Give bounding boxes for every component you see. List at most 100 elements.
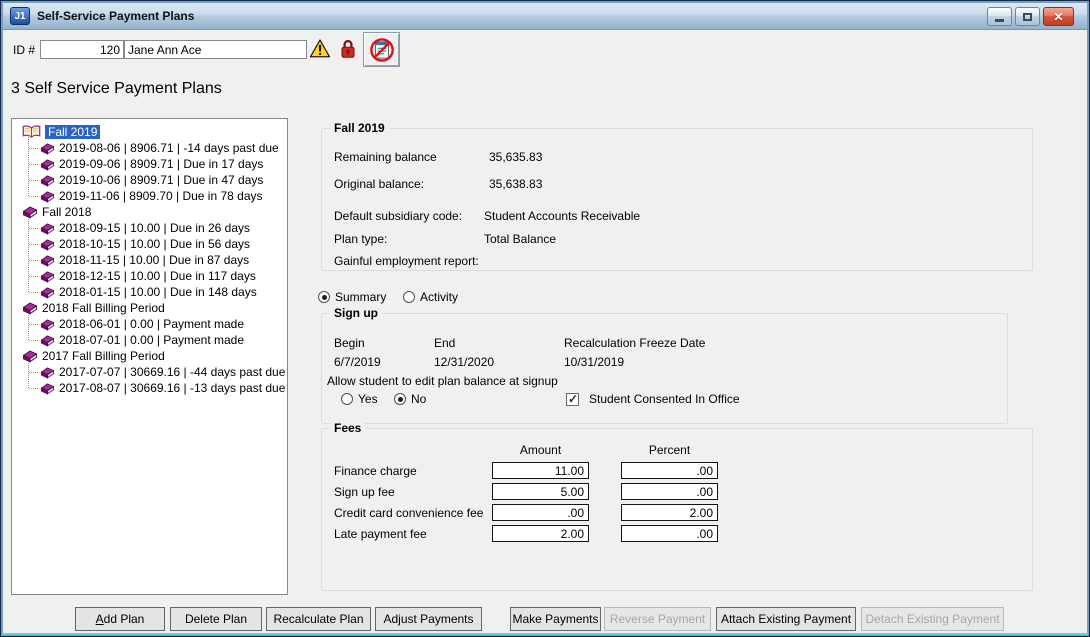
app-logo-icon: J1 [10,7,30,25]
radio-icon [341,393,353,405]
plan-details-group: Fall 2019 Remaining balance 35,635.83 Or… [321,128,1033,271]
window-frame: J1 Self-Service Payment Plans ✕ ID # [0,0,1090,637]
self-service-payment-plans-window: J1 Self-Service Payment Plans ✕ ID # [3,3,1087,634]
tree-plan-fall-2018[interactable]: Fall 2018 [12,204,287,220]
maximize-button[interactable] [1015,7,1040,26]
freeze-date: 10/31/2019 [564,355,624,369]
closed-book-icon [40,334,55,347]
signup-fee-percent-input[interactable] [621,483,718,500]
radio-icon [394,393,406,405]
tree-payment-row[interactable]: 2017-08-07 | 30669.16 | -13 days past du… [12,380,287,396]
minimize-icon [995,19,1004,22]
finance-charge-percent-input[interactable] [621,462,718,479]
gainful-employment-label: Gainful employment report: [334,254,479,268]
tree-payment-row[interactable]: 2018-01-15 | 10.00 | Due in 148 days [12,284,287,300]
tree-payment-row[interactable]: 2018-09-15 | 10.00 | Due in 26 days [12,220,287,236]
add-plan-button[interactable]: Add Plan [75,607,165,631]
percent-header: Percent [621,443,718,457]
tree-payment-row[interactable]: 2019-11-06 | 8909.70 | Due in 78 days [12,188,287,204]
plan-type-label: Plan type: [334,232,387,246]
no-notes-button[interactable] [363,32,400,67]
attach-existing-payment-button[interactable]: Attach Existing Payment [716,607,856,631]
make-payments-button[interactable]: Make Payments [510,607,601,631]
remaining-balance-label: Remaining balance [334,150,437,164]
tree-payment-row[interactable]: 2018-07-01 | 0.00 | Payment made [12,332,287,348]
window-title: Self-Service Payment Plans [37,9,194,23]
end-date: 12/31/2020 [434,355,494,369]
fees-group-title: Fees [330,421,365,435]
closed-book-icon [40,238,55,251]
begin-label: Begin [334,336,365,350]
student-name-field[interactable] [124,40,307,59]
tree-payment-row[interactable]: 2017-07-07 | 30669.16 | -44 days past du… [12,364,287,380]
delete-plan-button[interactable]: Delete Plan [170,607,262,631]
recalculate-plan-button[interactable]: Recalculate Plan [266,607,371,631]
original-balance-value: 35,638.83 [489,177,542,191]
maximize-icon [1023,13,1032,21]
window-border-accent [2,633,1088,635]
signup-group: Sign up Begin End Recalculation Freeze D… [321,313,1008,424]
summary-radio[interactable]: Summary [318,290,386,304]
original-balance-label: Original balance: [334,177,424,191]
student-consented-checkbox[interactable]: Student Consented In Office [566,392,740,406]
cc-convenience-amount-input[interactable] [492,504,589,521]
adjust-payments-button[interactable]: Adjust Payments [375,607,482,631]
freeze-date-label: Recalculation Freeze Date [564,336,705,350]
radio-icon [403,291,415,303]
signup-fee-label: Sign up fee [334,485,395,499]
page-title: 3 Self Service Payment Plans [11,80,222,98]
open-book-icon [22,125,41,139]
finance-charge-amount-input[interactable] [492,462,589,479]
closed-book-icon [22,301,38,315]
late-payment-fee-label: Late payment fee [334,527,427,541]
titlebar[interactable]: J1 Self-Service Payment Plans ✕ [3,3,1087,30]
closed-book-icon [40,222,55,235]
tree-payment-row[interactable]: 2018-06-01 | 0.00 | Payment made [12,316,287,332]
radio-icon [318,291,330,303]
closed-book-icon [40,318,55,331]
plan-details-title: Fall 2019 [330,121,389,135]
closed-book-icon [40,270,55,283]
tree-payment-row[interactable]: 2019-09-06 | 8909.71 | Due in 17 days [12,156,287,172]
closed-book-icon [22,349,38,363]
payment-plans-tree[interactable]: Fall 2019 2019-08-06 | 8906.71 | -14 day… [11,118,288,595]
tree-payment-row[interactable]: 2019-08-06 | 8906.71 | -14 days past due [12,140,287,156]
tree-payment-row[interactable]: 2018-10-15 | 10.00 | Due in 56 days [12,236,287,252]
tree-payment-row[interactable]: 2018-12-15 | 10.00 | Due in 117 days [12,268,287,284]
tree-plan-2018-fall-billing[interactable]: 2018 Fall Billing Period [12,300,287,316]
plan-type-value: Total Balance [484,232,556,246]
late-payment-percent-input[interactable] [621,525,718,542]
close-button[interactable]: ✕ [1043,7,1074,26]
amount-header: Amount [492,443,589,457]
activity-radio[interactable]: Activity [403,290,458,304]
lock-icon [340,38,356,64]
cc-convenience-percent-input[interactable] [621,504,718,521]
tree-payment-row[interactable]: 2019-10-06 | 8909.71 | Due in 47 days [12,172,287,188]
closed-book-icon [40,158,55,171]
cc-convenience-fee-label: Credit card convenience fee [334,506,483,520]
signup-group-title: Sign up [330,306,382,320]
end-label: End [434,336,455,350]
id-input[interactable] [40,40,124,59]
minimize-button[interactable] [987,7,1012,26]
closed-book-icon [40,190,55,203]
tree-payment-row[interactable]: 2018-11-15 | 10.00 | Due in 87 days [12,252,287,268]
no-notes-icon [369,37,395,63]
begin-date: 6/7/2019 [334,355,381,369]
signup-fee-amount-input[interactable] [492,483,589,500]
checkbox-icon [566,393,579,406]
closed-book-icon [22,205,38,219]
late-payment-amount-input[interactable] [492,525,589,542]
fees-group: Fees Amount Percent Finance charge Sign … [321,428,1033,591]
tree-plan-fall-2019[interactable]: Fall 2019 [12,124,287,140]
reverse-payment-button: Reverse Payment [604,607,711,631]
remaining-balance-value: 35,635.83 [489,150,542,164]
allow-edit-label: Allow student to edit plan balance at si… [327,374,558,388]
closed-book-icon [40,254,55,267]
tree-plan-2017-fall-billing[interactable]: 2017 Fall Billing Period [12,348,287,364]
closed-book-icon [40,382,55,395]
closed-book-icon [40,366,55,379]
allow-edit-no-radio[interactable]: No [394,392,426,406]
allow-edit-yes-radio[interactable]: Yes [341,392,378,406]
close-icon: ✕ [1053,10,1063,24]
